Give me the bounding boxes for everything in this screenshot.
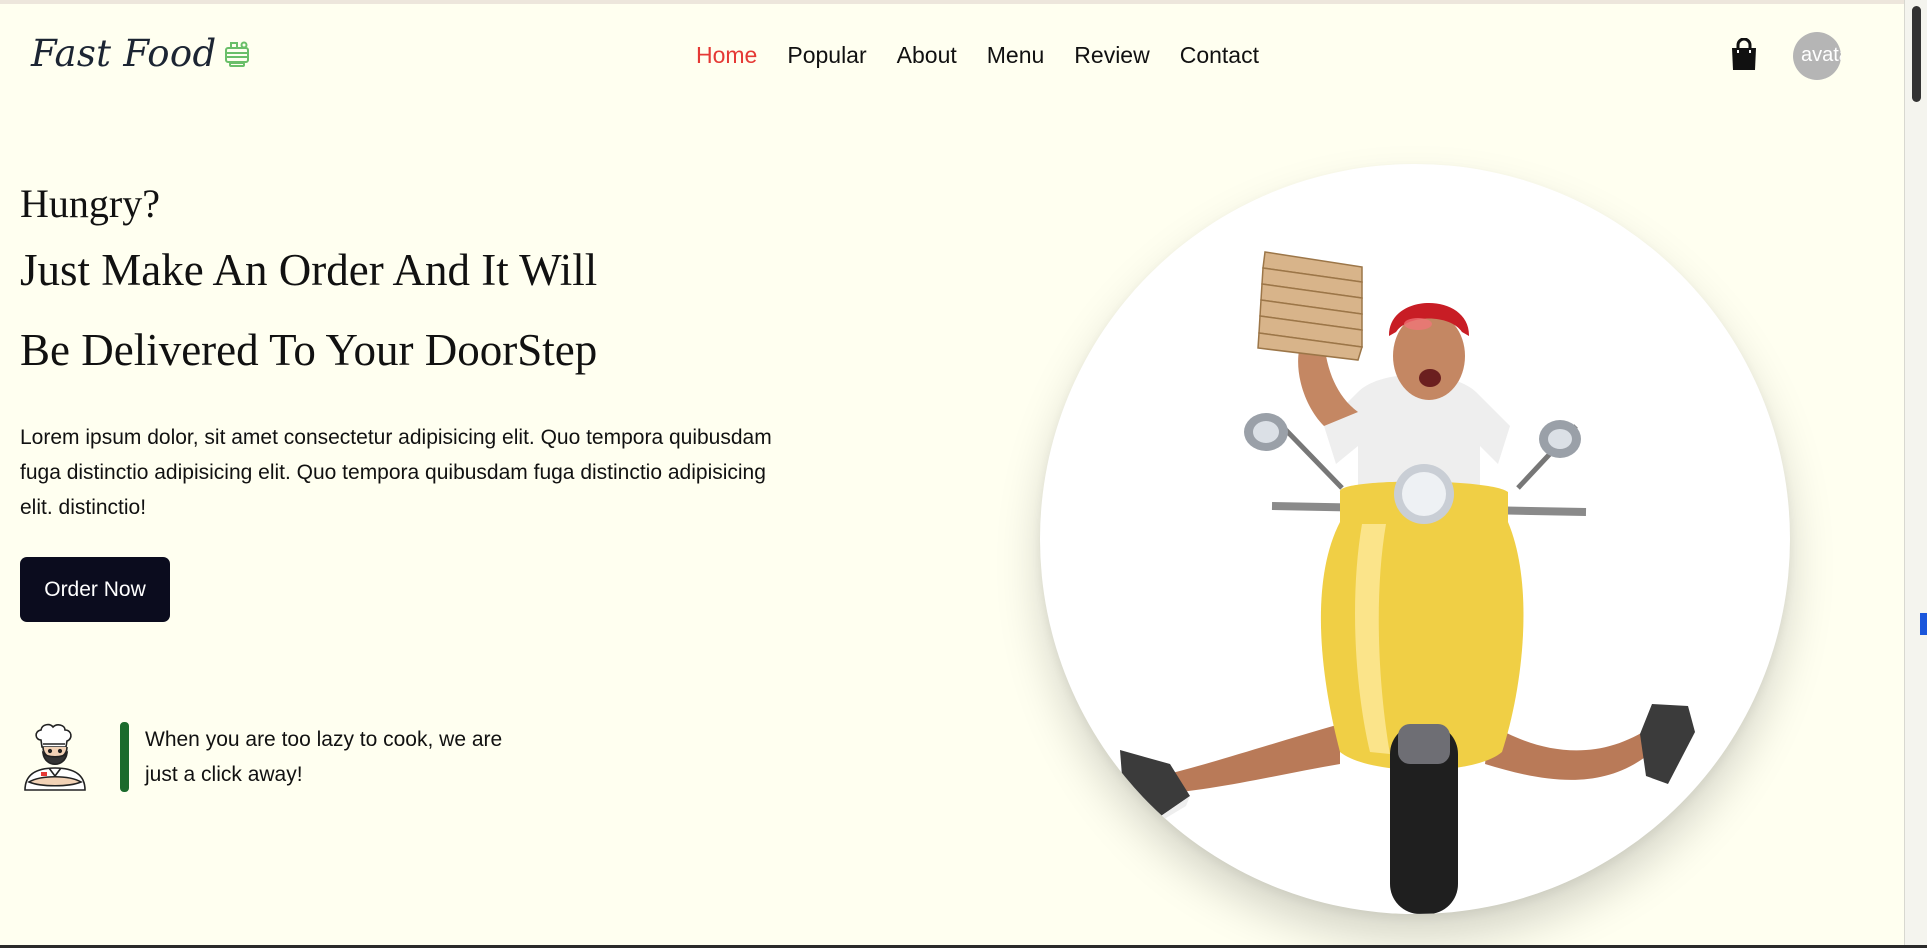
nav-home[interactable]: Home (696, 42, 757, 69)
edge-indicator (1920, 613, 1927, 635)
hero-kicker: Hungry? (20, 181, 160, 226)
hero-headline: Just Make An Order And It Will Be Delive… (20, 230, 780, 390)
site-header: Fast Food Home Popular About Menu Review… (0, 4, 1900, 104)
delivery-scooter-image (1120, 251, 1695, 914)
logo-text: Fast Food (31, 32, 217, 75)
vertical-scrollbar[interactable] (1904, 0, 1927, 948)
order-now-button[interactable]: Order Now (20, 557, 170, 622)
hero-headline-line-2: Be Delivered To Your DoorStep (20, 325, 598, 375)
hero-headline-line-1: Just Make An Order And It Will (20, 245, 598, 295)
shopping-bag-icon[interactable] (1729, 37, 1759, 77)
hero-section: Hungry? Just Make An Order And It Will B… (20, 180, 780, 622)
nav-about[interactable]: About (897, 42, 957, 69)
main-nav: Home Popular About Menu Review Contact (696, 42, 1259, 69)
tagline-text: When you are too lazy to cook, we are ju… (145, 728, 503, 786)
hero-image-circle (1040, 164, 1790, 914)
tagline-accent-bar (120, 722, 129, 792)
logo[interactable]: Fast Food (31, 32, 252, 75)
nav-review[interactable]: Review (1074, 42, 1149, 69)
chef-icon (19, 720, 91, 797)
nav-menu[interactable]: Menu (987, 42, 1045, 69)
nav-contact[interactable]: Contact (1180, 42, 1259, 69)
burger-icon (222, 39, 252, 74)
scrollbar-thumb[interactable] (1912, 6, 1921, 102)
avatar[interactable]: avatar (1793, 32, 1841, 80)
nav-popular[interactable]: Popular (787, 42, 866, 69)
hero-description: Lorem ipsum dolor, sit amet consectetur … (20, 426, 772, 519)
